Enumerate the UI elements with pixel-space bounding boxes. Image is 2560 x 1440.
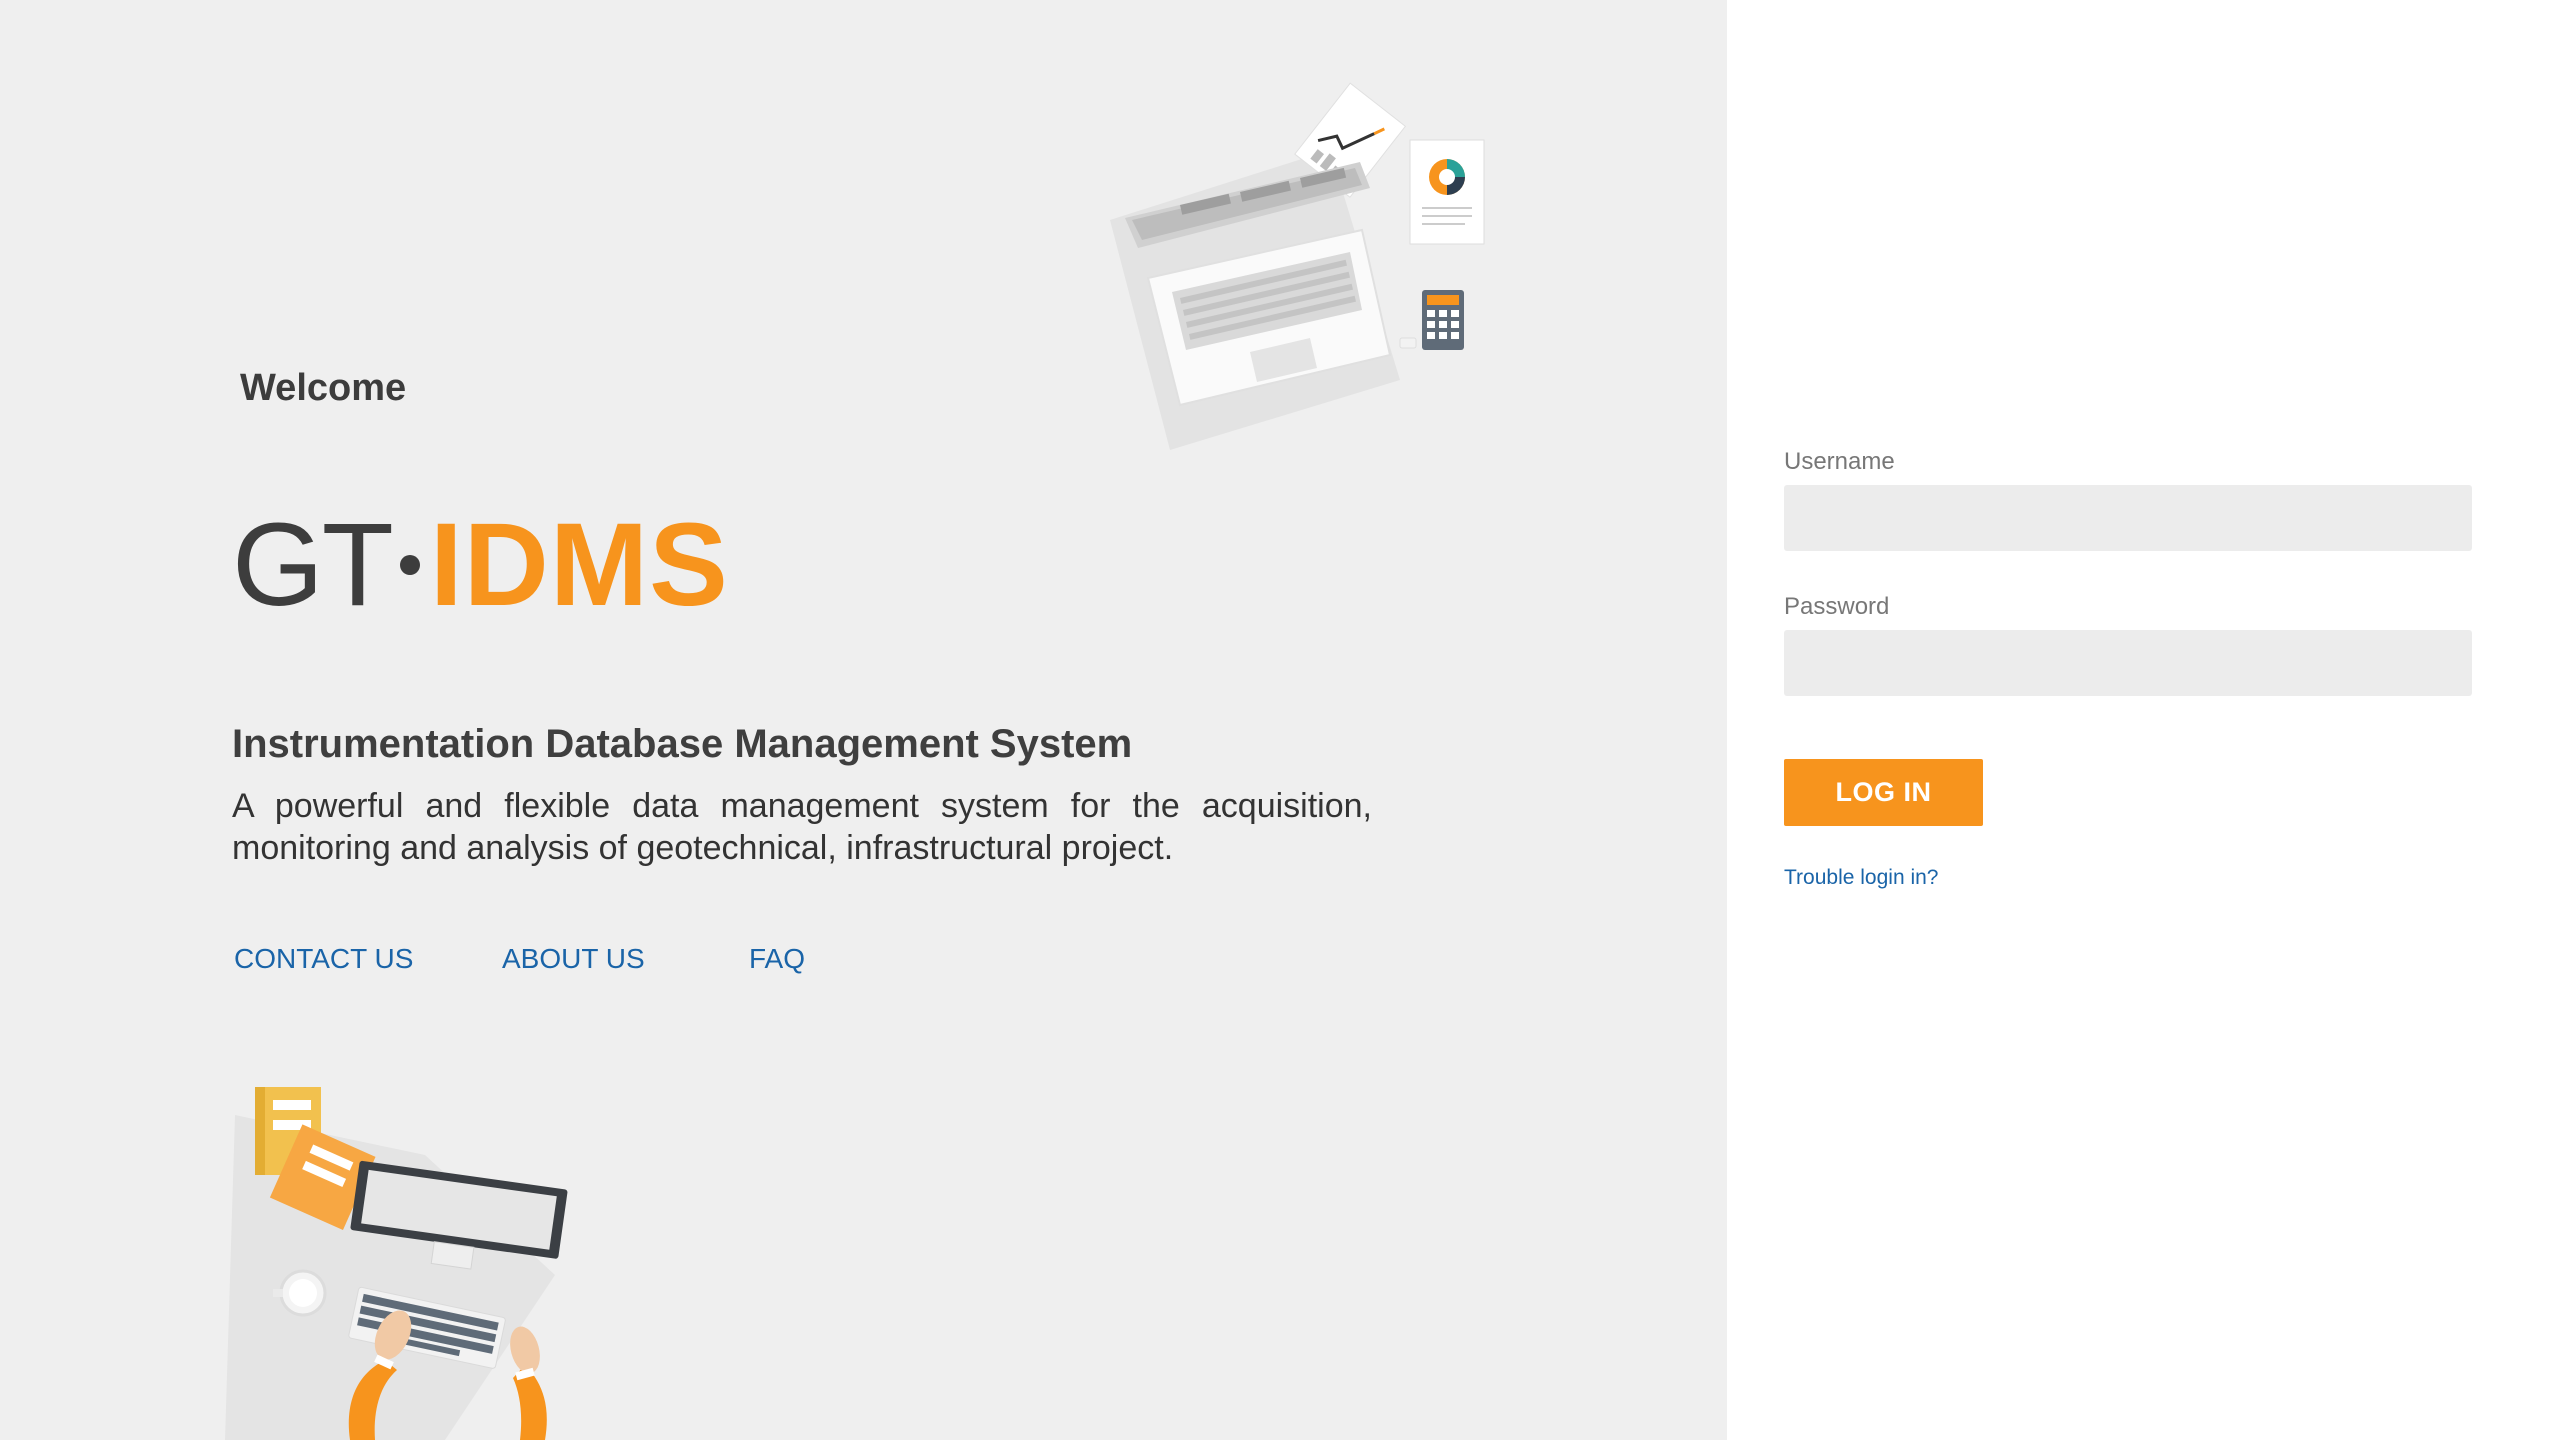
logo-prefix: GT	[232, 499, 394, 631]
password-label: Password	[1784, 593, 1890, 620]
welcome-heading: Welcome	[240, 367, 407, 409]
welcome-panel: Welcome GT IDMS Instrumentation Database…	[0, 0, 1727, 1440]
username-input[interactable]	[1784, 485, 2472, 551]
password-input[interactable]	[1784, 630, 2472, 696]
person-at-computer-illustration	[225, 1087, 568, 1440]
trouble-login-link[interactable]: Trouble login in?	[1784, 866, 1939, 890]
login-button[interactable]: LOG IN	[1784, 759, 1983, 826]
login-panel	[1727, 0, 2560, 1440]
logo-dot	[399, 555, 420, 575]
system-description: A powerful and flexible data management …	[232, 787, 1372, 867]
laptop-reports-illustration	[1110, 82, 1485, 450]
username-label: Username	[1784, 448, 1895, 475]
gt-idms-logo: GT IDMS	[232, 505, 729, 625]
logo-suffix: IDMS	[429, 499, 729, 631]
faq-link[interactable]: FAQ	[749, 943, 805, 975]
contact-us-link[interactable]: CONTACT US	[234, 943, 413, 975]
about-us-link[interactable]: ABOUT US	[502, 943, 645, 975]
system-subtitle: Instrumentation Database Management Syst…	[232, 722, 1133, 766]
